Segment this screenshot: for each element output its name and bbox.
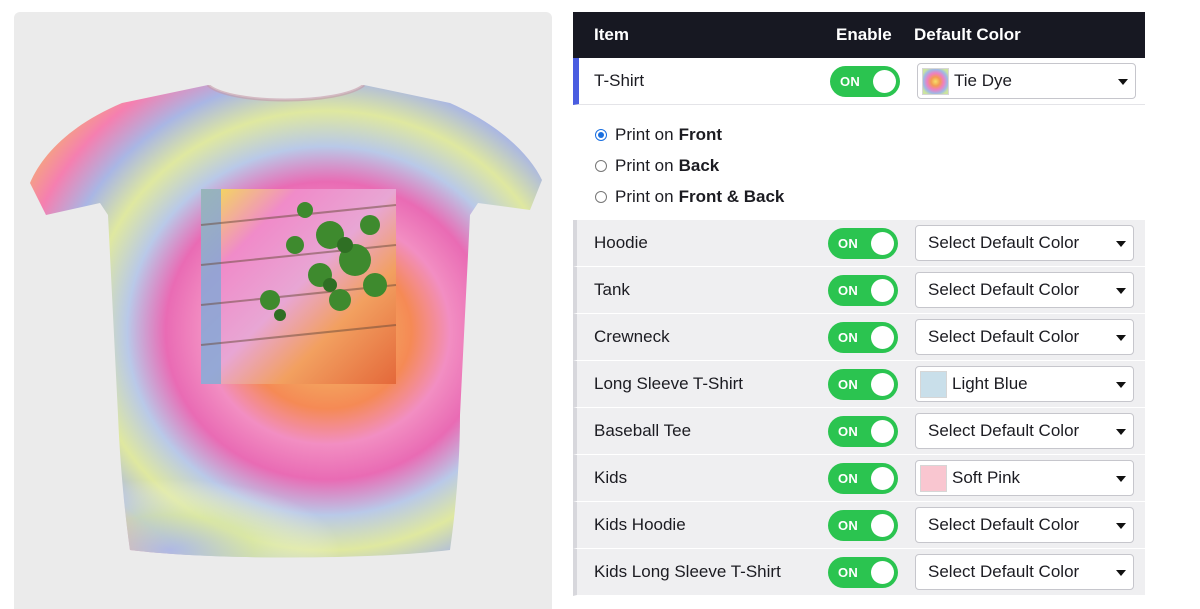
product-row-crewneck[interactable]: Crewneck ON Select Default Color bbox=[573, 314, 1145, 361]
select-value: Select Default Color bbox=[928, 515, 1080, 534]
enable-toggle[interactable]: ON bbox=[828, 321, 898, 353]
table-header: Item Enable Default Color bbox=[573, 12, 1145, 58]
enable-toggle[interactable]: ON bbox=[828, 509, 898, 541]
product-name: Baseball Tee bbox=[594, 421, 692, 440]
select-value: Light Blue bbox=[952, 374, 1028, 393]
product-name: Tank bbox=[594, 280, 630, 299]
toggle-label: ON bbox=[838, 282, 859, 298]
header-item: Item bbox=[594, 25, 629, 44]
print-option-target: Back bbox=[678, 155, 720, 175]
print-option-front[interactable]: Print on Front bbox=[595, 119, 1145, 150]
toggle-label: ON bbox=[838, 376, 859, 392]
toggle-label: ON bbox=[838, 329, 859, 345]
default-color-select[interactable]: Light Blue bbox=[915, 366, 1134, 402]
radio-button[interactable] bbox=[595, 190, 607, 203]
enable-toggle[interactable]: ON bbox=[828, 368, 898, 400]
enable-toggle[interactable]: ON bbox=[828, 274, 898, 306]
product-name: Kids bbox=[594, 468, 628, 487]
soft-pink-swatch-icon bbox=[920, 464, 947, 492]
enable-toggle[interactable]: ON bbox=[830, 65, 900, 97]
chevron-down-icon bbox=[1116, 570, 1126, 576]
tshirt-preview-image bbox=[30, 85, 542, 558]
default-color-select[interactable]: Select Default Color bbox=[915, 225, 1134, 261]
product-name: Kids Long Sleeve T-Shirt bbox=[594, 562, 781, 581]
enable-toggle[interactable]: ON bbox=[828, 415, 898, 447]
enable-toggle[interactable]: ON bbox=[828, 556, 898, 588]
default-color-select[interactable]: Select Default Color bbox=[915, 319, 1134, 355]
product-settings-table: Item Enable Default Color T-Shirt ON Tie… bbox=[573, 12, 1145, 596]
product-name: Crewneck bbox=[594, 327, 670, 346]
print-option-prefix: Print on bbox=[615, 124, 674, 144]
toggle-knob bbox=[871, 513, 894, 537]
toggle-label: ON bbox=[838, 235, 859, 251]
product-row-long-sleeve-tshirt[interactable]: Long Sleeve T-Shirt ON Light Blue bbox=[573, 361, 1145, 408]
toggle-label: ON bbox=[838, 470, 859, 486]
header-default-color: Default Color bbox=[914, 25, 1021, 44]
toggle-knob bbox=[871, 372, 894, 396]
product-row-kids-hoodie[interactable]: Kids Hoodie ON Select Default Color bbox=[573, 502, 1145, 549]
toggle-knob bbox=[871, 419, 894, 443]
default-color-select[interactable]: Select Default Color bbox=[915, 507, 1134, 543]
toggle-knob bbox=[871, 560, 894, 584]
enable-toggle[interactable]: ON bbox=[828, 227, 898, 259]
chevron-down-icon bbox=[1116, 335, 1126, 341]
product-name: Long Sleeve T-Shirt bbox=[594, 374, 743, 393]
product-name: Kids Hoodie bbox=[594, 515, 686, 534]
toggle-knob bbox=[873, 69, 896, 93]
product-name: T-Shirt bbox=[594, 71, 645, 90]
chevron-down-icon bbox=[1116, 523, 1126, 529]
toggle-label: ON bbox=[838, 423, 859, 439]
default-color-select[interactable]: Tie Dye bbox=[917, 63, 1136, 99]
enable-toggle[interactable]: ON bbox=[828, 462, 898, 494]
product-row-kids-long-sleeve-tshirt[interactable]: Kids Long Sleeve T-Shirt ON Select Defau… bbox=[573, 549, 1145, 596]
print-design-image bbox=[200, 189, 397, 384]
product-row-baseball-tee[interactable]: Baseball Tee ON Select Default Color bbox=[573, 408, 1145, 455]
select-value: Soft Pink bbox=[952, 468, 1021, 487]
toggle-knob bbox=[871, 278, 894, 302]
select-value: Select Default Color bbox=[928, 233, 1080, 252]
product-row-tank[interactable]: Tank ON Select Default Color bbox=[573, 267, 1145, 314]
chevron-down-icon bbox=[1116, 288, 1126, 294]
toggle-knob bbox=[871, 466, 894, 490]
toggle-knob bbox=[871, 325, 894, 349]
product-name: Hoodie bbox=[594, 233, 648, 252]
print-option-front-and-back[interactable]: Print on Front & Back bbox=[595, 181, 1145, 212]
select-value: Select Default Color bbox=[928, 327, 1080, 346]
header-enable: Enable bbox=[836, 25, 892, 44]
light-blue-swatch-icon bbox=[920, 370, 947, 398]
default-color-select[interactable]: Select Default Color bbox=[915, 413, 1134, 449]
chevron-down-icon bbox=[1116, 382, 1126, 388]
toggle-knob bbox=[871, 231, 894, 255]
toggle-label: ON bbox=[840, 73, 861, 89]
print-option-target: Front bbox=[678, 124, 723, 144]
default-color-select[interactable]: Select Default Color bbox=[915, 272, 1134, 308]
chevron-down-icon bbox=[1116, 476, 1126, 482]
default-color-select[interactable]: Select Default Color bbox=[915, 554, 1134, 590]
print-option-back[interactable]: Print on Back bbox=[595, 150, 1145, 181]
default-color-select[interactable]: Soft Pink bbox=[915, 460, 1134, 496]
toggle-label: ON bbox=[838, 564, 859, 580]
print-placement-options: Print on Front Print on Back Print on Front… bbox=[573, 105, 1145, 220]
chevron-down-icon bbox=[1116, 241, 1126, 247]
product-row-kids[interactable]: Kids ON Soft Pink bbox=[573, 455, 1145, 502]
tie-dye-swatch-icon bbox=[922, 67, 949, 95]
product-row-tshirt[interactable]: T-Shirt ON Tie Dye bbox=[573, 58, 1145, 105]
select-value: Select Default Color bbox=[928, 421, 1080, 440]
print-option-prefix: Print on bbox=[615, 186, 674, 206]
print-option-target: Front & Back bbox=[678, 186, 785, 206]
radio-button[interactable] bbox=[595, 128, 607, 141]
radio-button[interactable] bbox=[595, 159, 607, 172]
chevron-down-icon bbox=[1116, 429, 1126, 435]
product-preview-panel bbox=[14, 12, 552, 609]
select-value: Select Default Color bbox=[928, 562, 1080, 581]
chevron-down-icon bbox=[1118, 79, 1128, 85]
select-value: Select Default Color bbox=[928, 280, 1080, 299]
print-option-prefix: Print on bbox=[615, 155, 674, 175]
toggle-label: ON bbox=[838, 517, 859, 533]
select-value: Tie Dye bbox=[954, 71, 1012, 90]
product-row-hoodie[interactable]: Hoodie ON Select Default Color bbox=[573, 220, 1145, 267]
